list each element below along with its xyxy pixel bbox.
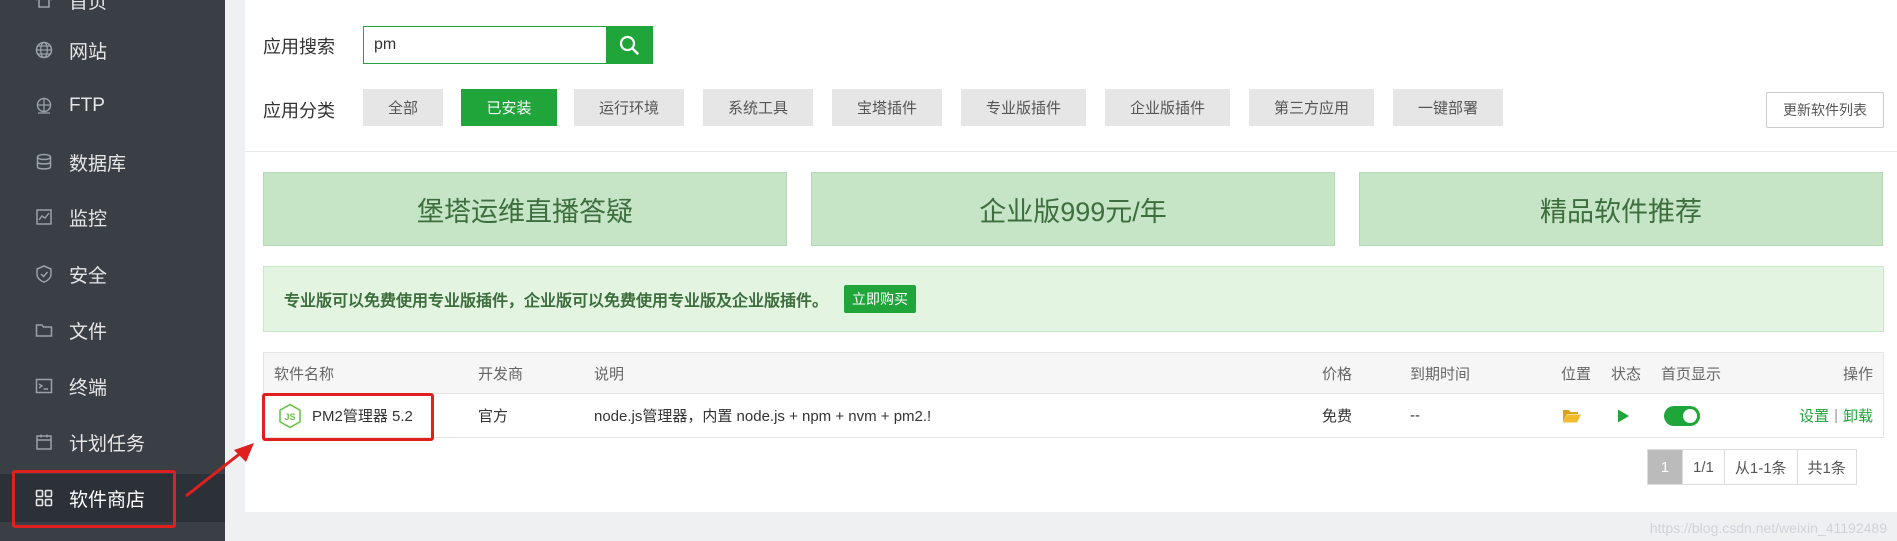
page-current[interactable]: 1 [1648,450,1683,484]
svg-text:JS: JS [284,412,295,422]
globe-icon [33,39,55,61]
sidebar-item-database[interactable]: 数据库 [0,138,225,186]
category-system-tools[interactable]: 系统工具 [703,89,813,126]
page-range: 从1-1条 [1725,450,1798,484]
row-actions: 设置 | 卸载 [1799,394,1873,437]
homepage-display-toggle[interactable] [1664,405,1700,426]
sidebar-item-label: 网站 [69,41,108,63]
table-row: JS PM2管理器 5.2 官方 node.js管理器，内置 node.js +… [263,394,1884,438]
category-all[interactable]: 全部 [363,89,443,126]
sidebar-item-label: FTP [69,95,105,116]
action-separator: | [1834,407,1838,424]
notice-text: 专业版可以免费使用专业版插件，企业版可以免费使用专业版及企业版插件。 [284,293,829,310]
search-label: 应用搜索 [263,37,335,57]
settings-link[interactable]: 设置 [1799,405,1829,426]
divider [245,151,1897,152]
sidebar-item-files[interactable]: 文件 [0,306,225,354]
category-label: 应用分类 [263,101,335,121]
sidebar: 首页 网站 FTP 数据库 监控 安全 文件 终端 计划任务 软件商店 [0,0,225,541]
homepage-display-cell [1664,394,1700,437]
home-icon [33,0,55,11]
sidebar-item-label: 计划任务 [69,433,146,455]
toggle-knob [1683,408,1697,423]
sidebar-item-terminal[interactable]: 终端 [0,362,225,410]
software-name: PM2管理器 5.2 [312,408,413,425]
pro-notice: 专业版可以免费使用专业版插件，企业版可以免费使用专业版及企业版插件。 立即购买 [263,266,1884,332]
header-developer: 开发商 [478,365,524,383]
database-icon [33,151,55,173]
pagination: 1 1/1 从1-1条 共1条 [1647,449,1857,485]
sidebar-item-ftp[interactable]: FTP [0,82,225,130]
software-expiry: -- [1410,407,1420,424]
category-one-click-deploy[interactable]: 一键部署 [1393,89,1503,126]
watermark: https://blog.csdn.net/weixin_41192489 [1649,520,1887,536]
banner-enterprise-price[interactable]: 企业版999元/年 [811,172,1335,246]
terminal-icon [33,375,55,397]
page-count: 1/1 [1683,450,1725,484]
header-name: 软件名称 [274,365,335,383]
nodejs-icon: JS [279,403,301,428]
buy-now-button[interactable]: 立即购买 [844,285,917,313]
category-pro-plugins[interactable]: 专业版插件 [961,89,1086,126]
banner-recommended-software[interactable]: 精品软件推荐 [1359,172,1883,246]
uninstall-link[interactable]: 卸载 [1843,405,1873,426]
search-box [363,26,653,64]
sidebar-item-cron[interactable]: 计划任务 [0,418,225,466]
software-name-cell[interactable]: JS PM2管理器 5.2 [278,394,413,437]
sidebar-item-label: 监控 [69,208,108,230]
play-icon [1618,409,1629,422]
software-description: node.js管理器，内置 node.js + npm + nvm + pm2.… [594,408,932,425]
header-actions: 操作 [1842,365,1873,383]
header-expiry: 到期时间 [1410,365,1471,383]
sidebar-item-home[interactable]: 首页 [0,0,225,24]
sidebar-item-security[interactable]: 安全 [0,250,225,298]
ftp-icon [33,95,55,117]
software-table: 软件名称 开发商 说明 价格 到期时间 位置 状态 首页显示 操作 JS PM2… [263,352,1884,438]
header-location: 位置 [1561,365,1592,383]
search-input[interactable] [364,27,606,63]
grid-icon [33,487,55,509]
sidebar-item-label: 数据库 [69,153,127,175]
shield-icon [33,263,55,285]
banner-live-qa[interactable]: 堡塔运维直播答疑 [263,172,787,246]
status-running-button[interactable] [1616,394,1630,437]
category-enterprise-plugins[interactable]: 企业版插件 [1105,89,1230,126]
sidebar-item-label: 终端 [69,377,108,399]
search-button[interactable] [606,27,652,63]
folder-icon [33,319,55,341]
monitor-icon [33,206,55,228]
search-icon [619,35,639,55]
app-store-panel: 应用搜索 应用分类 全部 已安装 运行环境 系统工具 宝塔插件 专业版插件 企业… [245,0,1897,512]
page-total: 共1条 [1807,459,1846,477]
sidebar-item-label: 安全 [69,265,108,287]
header-price: 价格 [1322,365,1353,383]
folder-open-icon [1563,409,1581,422]
sidebar-item-label: 首页 [69,0,108,13]
category-runtime[interactable]: 运行环境 [574,89,684,126]
category-bt-plugins[interactable]: 宝塔插件 [832,89,942,126]
update-software-list-button[interactable]: 更新软件列表 [1766,92,1884,128]
header-description: 说明 [594,365,625,383]
header-homepage: 首页显示 [1661,365,1722,383]
sidebar-item-app-store[interactable]: 软件商店 [0,474,225,522]
open-folder-button[interactable] [1562,394,1582,437]
sidebar-item-label: 软件商店 [69,489,146,511]
table-header: 软件名称 开发商 说明 价格 到期时间 位置 状态 首页显示 操作 [263,352,1884,394]
sidebar-item-label: 文件 [69,321,108,343]
software-developer: 官方 [478,408,509,425]
software-price: 免费 [1322,408,1353,425]
sidebar-item-website[interactable]: 网站 [0,26,225,74]
sidebar-item-monitor[interactable]: 监控 [0,193,225,241]
header-status: 状态 [1611,365,1642,383]
calendar-icon [33,431,55,453]
category-installed[interactable]: 已安装 [461,89,557,126]
category-third-party[interactable]: 第三方应用 [1249,89,1374,126]
